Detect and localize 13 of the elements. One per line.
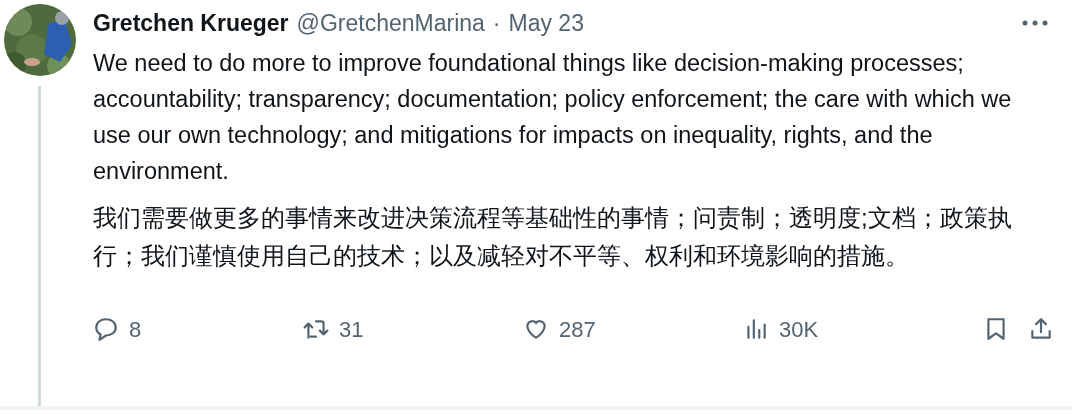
retweet-button[interactable]: 31 [303, 312, 364, 346]
post-text: We need to do more to improve foundational things like decision-making processes; accountability; transparency; documentation; policy enforcement; the care with which we use our own technology; and mitigations for impacts on inequality, rights, and the environment. [93, 48, 1013, 186]
share-icon[interactable] [1028, 316, 1054, 342]
reply-icon [93, 316, 119, 342]
more-icon[interactable] [1022, 20, 1048, 27]
reply-button[interactable]: 8 [93, 312, 142, 346]
post-text: 我们需要做更多的事情来改进决策流程等基础性的事情；问责制；透明度;文档；政策执行；我们谨慎使用自己的技术；以及减轻对不平等、权利和环境影响的措施。 [93, 202, 1013, 271]
author-name[interactable]: Gretchen Krueger [93, 6, 289, 41]
separator: · [492, 9, 501, 38]
post-date[interactable]: May 23 [508, 6, 584, 41]
views-button[interactable]: 30K [743, 312, 819, 346]
author-handle[interactable]: @GretchenMarina [296, 6, 485, 41]
like-button[interactable]: 287 [523, 312, 596, 346]
